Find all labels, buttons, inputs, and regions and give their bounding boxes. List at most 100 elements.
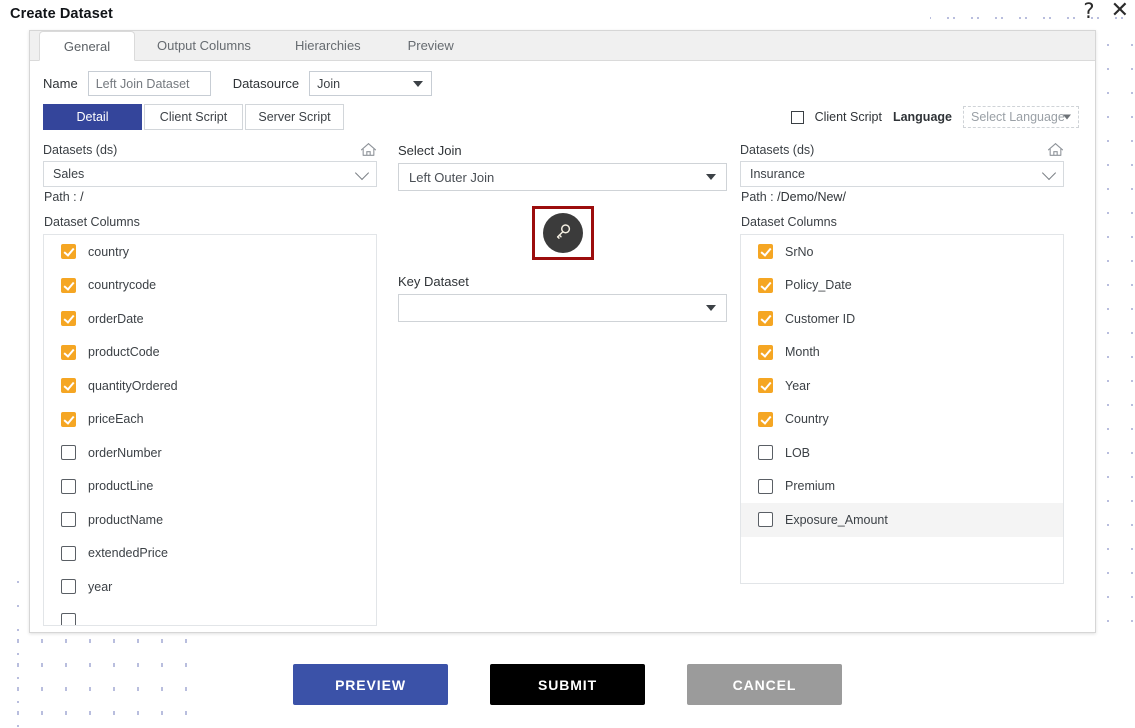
client-script-controls: Client Script Language Select Language: [790, 106, 1079, 128]
column-list-item[interactable]: Country: [741, 403, 1063, 437]
key-button-wrapper: [398, 206, 727, 260]
column-checkbox[interactable]: [61, 277, 76, 293]
window-controls: ? ✕: [1083, 0, 1129, 22]
close-icon[interactable]: ✕: [1111, 0, 1129, 22]
column-list-item[interactable]: quantityOrdered: [44, 369, 376, 403]
column-checkbox[interactable]: [758, 311, 773, 327]
column-list-item[interactable]: orderDate: [44, 302, 376, 336]
tab-preview[interactable]: Preview: [383, 31, 479, 60]
dot-pattern-right: [1096, 27, 1135, 628]
column-checkbox[interactable]: [61, 378, 76, 394]
column-label: Premium: [785, 479, 836, 494]
column-list-item[interactable]: [44, 604, 376, 625]
create-dataset-dialog: General Output Columns Hierarchies Previ…: [29, 30, 1096, 633]
key-dataset-label: Key Dataset: [398, 274, 469, 289]
tab-client-script[interactable]: Client Script: [144, 104, 243, 130]
tab-output-columns[interactable]: Output Columns: [135, 31, 273, 60]
column-list-item[interactable]: Exposure_Amount: [741, 503, 1063, 537]
column-checkbox[interactable]: [61, 244, 76, 260]
left-datasets-label: Datasets (ds): [43, 142, 118, 157]
column-checkbox[interactable]: [61, 579, 76, 595]
column-checkbox[interactable]: [61, 311, 76, 327]
column-label: Exposure_Amount: [785, 512, 888, 527]
client-script-checkbox[interactable]: [790, 110, 804, 124]
title-strip: [0, 0, 930, 27]
tab-server-script[interactable]: Server Script: [245, 104, 344, 130]
column-label: priceEach: [88, 412, 144, 427]
select-join-value: Left Outer Join: [409, 169, 495, 185]
column-list-item[interactable]: extendedPrice: [44, 537, 376, 571]
column-label: countrycode: [88, 278, 157, 293]
column-checkbox[interactable]: [61, 512, 76, 528]
column-label: productLine: [88, 479, 154, 494]
home-icon[interactable]: [360, 142, 377, 157]
column-checkbox[interactable]: [758, 344, 773, 360]
column-list-item[interactable]: Customer ID: [741, 302, 1063, 336]
chevron-down-icon: [413, 80, 424, 87]
column-list-item[interactable]: productName: [44, 503, 376, 537]
datasource-select[interactable]: Join: [309, 71, 433, 96]
key-dataset-dropdown[interactable]: [398, 294, 727, 322]
help-icon[interactable]: ?: [1083, 0, 1094, 22]
join-config-panel: Select Join Left Outer Join Key Dataset: [377, 142, 727, 626]
column-label: Policy_Date: [785, 278, 852, 293]
column-list-item[interactable]: year: [44, 570, 376, 604]
column-list-item[interactable]: Year: [741, 369, 1063, 403]
page-title: Create Dataset: [8, 4, 119, 24]
column-label: orderDate: [88, 311, 144, 326]
column-list-item[interactable]: LOB: [741, 436, 1063, 470]
column-checkbox[interactable]: [758, 411, 773, 427]
column-list-item[interactable]: Policy_Date: [741, 269, 1063, 303]
tab-hierarchies[interactable]: Hierarchies: [273, 31, 383, 60]
right-dataset-select[interactable]: Insurance: [740, 161, 1064, 187]
column-list-item[interactable]: Premium: [741, 470, 1063, 504]
column-list-item[interactable]: country: [44, 235, 376, 269]
column-checkbox[interactable]: [758, 478, 773, 494]
column-label: productName: [88, 512, 164, 527]
column-list-item[interactable]: Month: [741, 336, 1063, 370]
column-checkbox[interactable]: [61, 445, 76, 461]
home-icon[interactable]: [1047, 142, 1064, 157]
column-label: extendedPrice: [88, 546, 168, 561]
select-join-dropdown[interactable]: Left Outer Join: [398, 163, 727, 191]
column-checkbox[interactable]: [758, 244, 773, 260]
language-select[interactable]: Select Language: [963, 106, 1079, 128]
name-input[interactable]: [87, 71, 211, 96]
column-label: Country: [785, 412, 829, 427]
column-checkbox[interactable]: [61, 612, 76, 625]
submit-button[interactable]: SUBMIT: [490, 664, 645, 705]
column-label: orderNumber: [88, 445, 162, 460]
column-checkbox[interactable]: [61, 344, 76, 360]
left-dataset-select[interactable]: Sales: [43, 161, 377, 187]
tab-general[interactable]: General: [39, 31, 135, 61]
column-checkbox[interactable]: [61, 478, 76, 494]
column-checkbox[interactable]: [758, 277, 773, 293]
chevron-down-icon: [1041, 165, 1057, 181]
preview-button[interactable]: PREVIEW: [293, 664, 448, 705]
column-checkbox[interactable]: [758, 512, 773, 528]
column-checkbox[interactable]: [758, 378, 773, 394]
datasource-label: Datasource: [232, 76, 300, 91]
column-checkbox[interactable]: [61, 411, 76, 427]
name-label: Name: [43, 76, 78, 91]
left-path-value: /: [80, 190, 84, 204]
column-list-item[interactable]: orderNumber: [44, 436, 376, 470]
inner-tab-row: Detail Client Script Server Script Clien…: [30, 104, 1095, 130]
column-label: Year: [785, 378, 811, 393]
right-columns-list[interactable]: SrNo Policy_Date Customer ID Month Year Count…: [740, 234, 1064, 584]
column-list-item[interactable]: countrycode: [44, 269, 376, 303]
right-datasets-header: Datasets (ds): [740, 142, 1064, 161]
main-tab-bar: General Output Columns Hierarchies Previ…: [30, 31, 1095, 61]
define-key-button[interactable]: [542, 213, 583, 253]
language-label: Language: [892, 110, 952, 124]
column-checkbox[interactable]: [61, 545, 76, 561]
column-list-item[interactable]: SrNo: [741, 235, 1063, 269]
tab-detail[interactable]: Detail: [43, 104, 142, 130]
column-list-item[interactable]: productCode: [44, 336, 376, 370]
left-columns-list[interactable]: country countrycode orderDate productCode qu…: [43, 234, 377, 626]
cancel-button[interactable]: CANCEL: [687, 664, 842, 705]
column-checkbox[interactable]: [758, 445, 773, 461]
column-list-item[interactable]: productLine: [44, 470, 376, 504]
right-dataset-panel: Datasets (ds) Insurance Path : /Demo/New…: [727, 142, 1064, 626]
column-list-item[interactable]: priceEach: [44, 403, 376, 437]
